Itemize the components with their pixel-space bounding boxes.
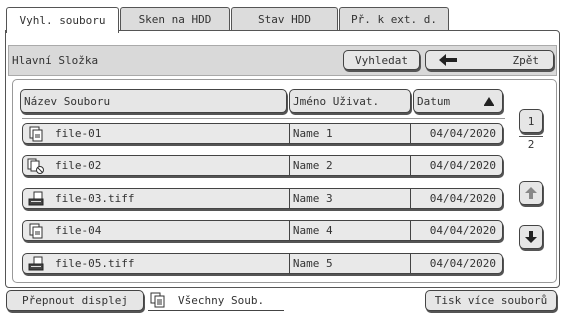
back-button[interactable]: Zpět — [425, 50, 554, 70]
copy-doc-no-icon — [27, 158, 45, 174]
pager-divider — [519, 136, 543, 137]
file-date: 04/04/2020 — [429, 257, 496, 270]
file-user: Name 3 — [292, 192, 333, 205]
file-date: 04/04/2020 — [429, 159, 496, 172]
column-header-filename[interactable]: Název Souboru — [20, 89, 287, 113]
column-header-user[interactable]: Jméno Uživat. — [289, 89, 411, 113]
file-name: file-02 — [55, 159, 102, 172]
file-filter-label: Všechny Soub. — [178, 293, 265, 307]
file-user: Name 4 — [292, 224, 333, 237]
file-name: file-03.tiff — [55, 192, 135, 205]
file-row[interactable]: file-03.tiff Name 3 04/04/2020 — [22, 188, 503, 209]
column-header-label: Datum — [417, 94, 451, 108]
switch-display-button[interactable]: Přepnout displej — [6, 290, 144, 311]
file-name: file-01 — [55, 127, 102, 140]
file-name: file-04 — [55, 224, 102, 237]
column-header-label: Jméno Uživat. — [293, 94, 380, 108]
multi-print-label: Tisk více souborů — [434, 294, 548, 307]
header-separator — [22, 118, 505, 119]
current-folder: Hlavní Složka — [12, 54, 99, 67]
multi-print-button[interactable]: Tisk více souborů — [425, 290, 557, 311]
file-user: Name 1 — [292, 127, 333, 140]
tab-label: Př. k ext. d. — [350, 13, 438, 26]
scanner-doc-icon — [27, 191, 45, 207]
down-arrow-icon — [525, 231, 537, 243]
documents-icon — [150, 292, 168, 308]
tab-label: Sken na HDD — [138, 13, 212, 26]
file-user: Name 2 — [292, 159, 333, 172]
file-date: 04/04/2020 — [429, 192, 496, 205]
copy-doc-icon — [27, 223, 45, 239]
page-down-button[interactable] — [519, 225, 543, 249]
page-total: 2 — [527, 138, 535, 151]
tab-hdd-status[interactable]: Stav HDD — [231, 7, 338, 31]
file-row[interactable]: file-01 Name 1 04/04/2020 — [22, 123, 503, 144]
up-arrow-icon — [525, 187, 537, 199]
page-up-button[interactable] — [519, 181, 543, 205]
file-name: file-05.tiff — [55, 257, 135, 270]
switch-display-label: Přepnout displej — [22, 294, 128, 307]
left-arrow-icon — [438, 53, 458, 67]
file-date: 04/04/2020 — [429, 127, 496, 140]
tab-file-browse[interactable]: Vyhl. souboru — [6, 7, 119, 33]
tab-label: Vyhl. souboru — [19, 14, 106, 27]
scanner-doc-icon — [27, 256, 45, 272]
tab-scan-to-hdd[interactable]: Sken na HDD — [120, 7, 230, 31]
file-filter[interactable]: Všechny Soub. — [148, 290, 284, 311]
file-date: 04/04/2020 — [429, 224, 496, 237]
file-row[interactable]: file-04 Name 4 04/04/2020 — [22, 220, 503, 241]
copy-doc-icon — [27, 126, 45, 142]
tab-label: Stav HDD — [258, 13, 311, 26]
back-button-label: Zpět — [512, 53, 540, 67]
sort-up-triangle-icon — [484, 96, 494, 106]
search-button[interactable]: Vyhledat — [343, 50, 420, 70]
tab-external-device[interactable]: Př. k ext. d. — [339, 7, 449, 31]
file-row[interactable]: file-02 Name 2 04/04/2020 — [22, 155, 503, 176]
file-row[interactable]: file-05.tiff Name 5 04/04/2020 — [22, 253, 503, 274]
file-user: Name 5 — [292, 257, 333, 270]
search-button-label: Vyhledat — [355, 53, 408, 67]
column-header-label: Název Souboru — [24, 94, 111, 108]
column-header-date[interactable]: Datum — [413, 89, 503, 113]
page-number-button[interactable]: 1 — [519, 109, 543, 133]
page-number: 1 — [527, 114, 535, 128]
